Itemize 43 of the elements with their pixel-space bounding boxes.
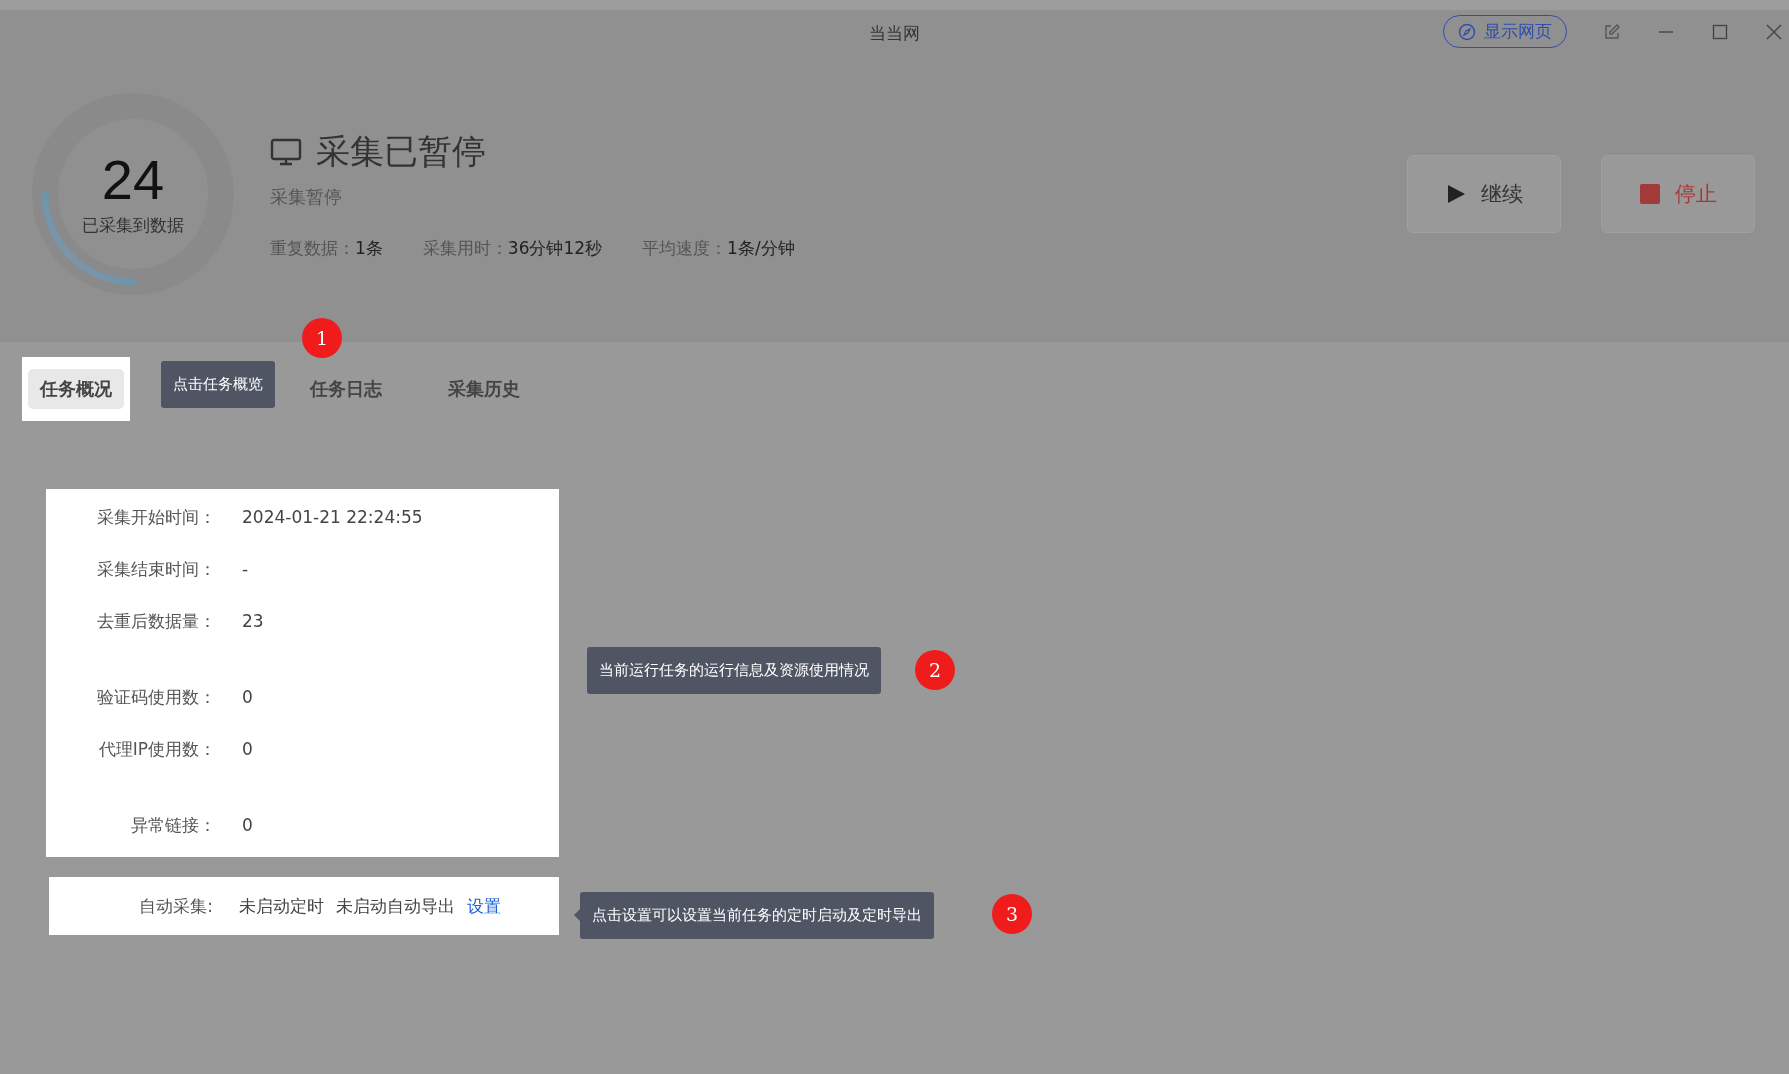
step-badge: 1 <box>302 318 342 358</box>
step-badge: 2 <box>915 650 955 690</box>
stop-button[interactable]: 停止 <box>1601 155 1755 233</box>
play-icon <box>1445 183 1467 205</box>
field-value: 未启动自动导出 <box>336 894 455 918</box>
window-title: 当当网 <box>869 21 920 45</box>
field-value: 2024-01-21 22:24:55 <box>242 507 423 527</box>
maximize-icon[interactable] <box>1711 22 1729 41</box>
field-value: 0 <box>242 687 253 707</box>
settings-link[interactable]: 设置 <box>467 894 501 918</box>
stat-text: 重复数据：1条 <box>270 236 383 260</box>
guide-tooltip: 当前运行任务的运行信息及资源使用情况 <box>587 647 881 694</box>
tooltip-pointer <box>574 909 580 921</box>
field-label: 异常链接： <box>130 813 216 837</box>
field-label: 去重后数据量： <box>96 609 216 633</box>
field-label: 采集结束时间： <box>96 557 216 581</box>
status-subtitle: 采集暂停 <box>270 184 343 209</box>
status-title: 采集已暂停 <box>316 129 486 173</box>
field-label: 验证码使用数： <box>96 685 216 709</box>
resume-button[interactable]: 继续 <box>1407 155 1561 233</box>
guide-tooltip: 点击任务概览 <box>161 361 275 408</box>
field-value: 0 <box>242 739 253 759</box>
tab[interactable]: 任务概况 <box>28 369 124 409</box>
field-label: 自动采集: <box>138 894 213 918</box>
monitor-icon <box>270 137 302 166</box>
field-label: 代理IP使用数： <box>97 737 216 761</box>
stop-icon <box>1639 183 1661 205</box>
close-icon[interactable] <box>1765 22 1783 41</box>
field-value: - <box>242 559 249 579</box>
compass-icon <box>1458 22 1476 41</box>
stat-text: 平均速度：1条/分钟 <box>642 236 795 260</box>
tab[interactable]: 任务日志 <box>298 369 394 409</box>
field-value: 0 <box>242 815 253 835</box>
tab[interactable]: 采集历史 <box>436 369 532 409</box>
guide-tooltip: 点击设置可以设置当前任务的定时启动及定时导出 <box>580 892 934 939</box>
collected-count: 24 <box>101 151 165 208</box>
collected-label: 已采集到数据 <box>82 213 184 237</box>
field-label: 采集开始时间： <box>96 505 216 529</box>
stat-text: 采集用时：36分钟12秒 <box>422 236 603 260</box>
field-value: 23 <box>242 611 264 631</box>
step-badge: 3 <box>992 894 1032 934</box>
field-value: 未启动定时 <box>239 894 324 918</box>
edit-icon[interactable] <box>1603 22 1621 41</box>
